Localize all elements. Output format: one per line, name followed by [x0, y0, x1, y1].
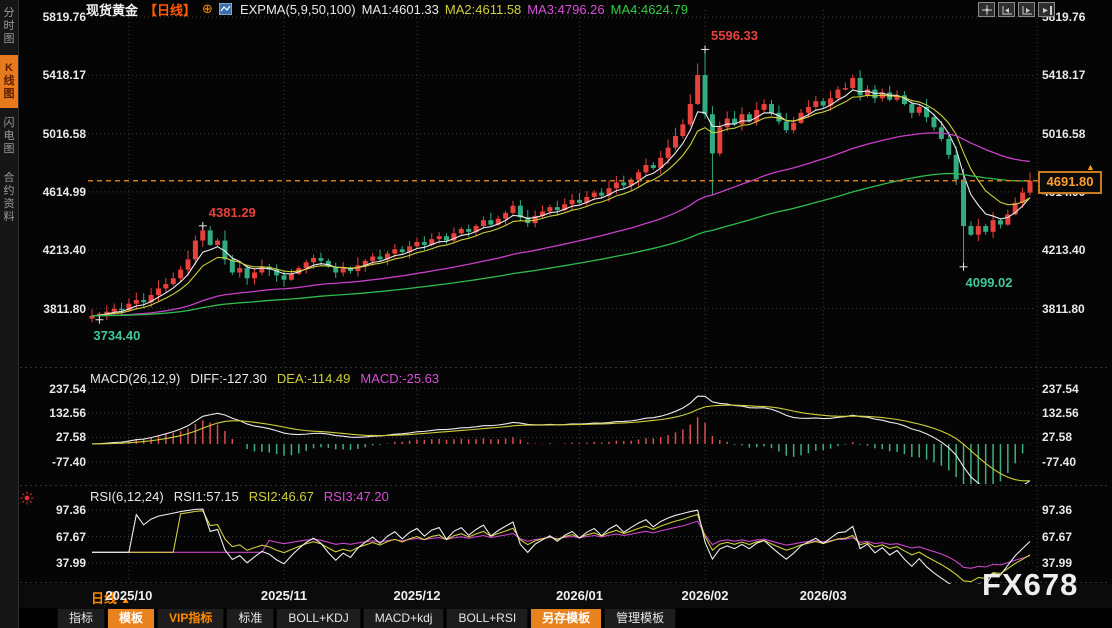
indicator-chip-icon — [219, 3, 232, 15]
y-axis-label: 27.58 — [24, 429, 86, 445]
rsi-title: RSI(6,12,24) — [90, 489, 164, 504]
x-axis-label: 2025/12 — [381, 588, 453, 603]
price-annotation: 3734.40 — [93, 328, 140, 343]
y-axis-label: 132.56 — [1042, 405, 1104, 421]
y-axis-label: 5418.17 — [24, 67, 86, 83]
price-annotation: 4099.02 — [966, 275, 1013, 290]
time-axis: 日线 ▲ 2025/102025/112025/122026/012026/02… — [19, 584, 1112, 608]
rsi3-value: RSI3:47.20 — [324, 489, 389, 504]
price-annotation: 5596.33 — [711, 28, 758, 43]
x-axis-label: 2026/01 — [543, 588, 615, 603]
y-axis-label: 67.67 — [24, 529, 86, 545]
chart-type-sidebar: 分 时 图 K 线 图闪 电 图合 约 资 料 — [0, 0, 19, 628]
period-tag: 【日线】 — [144, 0, 196, 19]
macd-value: MACD:-25.63 — [360, 371, 439, 386]
x-axis-label: 2025/11 — [248, 588, 320, 603]
macd-diff-value: DIFF:-127.30 — [190, 371, 267, 386]
y-axis-label: 4614.99 — [24, 184, 86, 200]
sidebar-tab-flash-chart[interactable]: 闪 电 图 — [0, 110, 18, 163]
y-axis-label: 132.56 — [24, 405, 86, 421]
y-axis-label: 5016.58 — [1042, 126, 1104, 142]
y-axis-label: 5819.76 — [24, 9, 86, 25]
macd-kdj-button[interactable]: MACD+kdj — [363, 608, 445, 628]
indicator-label: EXPMA(5,9,50,100) — [240, 2, 356, 17]
y-axis-label: 237.54 — [24, 381, 86, 397]
y-axis-label: 4213.40 — [1042, 242, 1104, 258]
y-axis-label: 4213.40 — [24, 242, 86, 258]
macd-title: MACD(26,12,9) — [90, 371, 180, 386]
y-axis-label: 97.36 — [1042, 502, 1104, 518]
rsi-header: RSI(6,12,24) RSI1:57.15 RSI2:46.67 RSI3:… — [90, 489, 389, 504]
fx678-watermark: FX678 — [982, 567, 1078, 603]
chart-tools — [978, 2, 1055, 17]
price-direction-arrow-icon: ▲ — [1086, 162, 1095, 172]
y-axis-label: 27.58 — [1042, 429, 1104, 445]
vip-indicator-button[interactable]: VIP指标 — [157, 608, 224, 628]
y-axis-label: 5418.17 — [1042, 67, 1104, 83]
ma3-value: MA3:4796.26 — [527, 2, 604, 17]
sidebar-tab-contract-info[interactable]: 合 约 资 料 — [0, 165, 18, 231]
macd-dea-value: DEA:-114.49 — [277, 371, 350, 386]
x-axis-label: 2026/02 — [669, 588, 741, 603]
sidebar-tab-kline-chart[interactable]: K 线 图 — [0, 55, 18, 108]
ma2-value: MA2:4611.58 — [445, 2, 521, 17]
standard-button[interactable]: 标准 — [226, 608, 274, 628]
y-axis-label: 3811.80 — [1042, 301, 1104, 317]
y-axis-label: -77.40 — [1042, 454, 1104, 470]
price-annotation: 4381.29 — [209, 205, 256, 220]
last-price-badge: 4691.80 — [1038, 171, 1102, 194]
crosshair-icon[interactable] — [978, 2, 995, 17]
symbol-name: 现货黄金 — [86, 0, 138, 19]
compress-bars-icon[interactable] — [998, 2, 1015, 17]
x-axis-label: 2026/03 — [787, 588, 859, 603]
last-price-value: 4691.80 — [1047, 174, 1094, 189]
y-axis-label: 5016.58 — [24, 126, 86, 142]
chart-header: 现货黄金【日线】 ⊕ EXPMA(5,9,50,100) MA1:4601.33… — [86, 1, 688, 17]
macd-header: MACD(26,12,9) DIFF:-127.30 DEA:-114.49 M… — [90, 371, 439, 386]
y-axis-label: 67.67 — [1042, 529, 1104, 545]
y-axis-label: 237.54 — [1042, 381, 1104, 397]
manage-template-button[interactable]: 管理模板 — [604, 608, 676, 628]
ma4-value: MA4:4624.79 — [611, 2, 688, 17]
rsi1-value: RSI1:57.15 — [174, 489, 239, 504]
indicator-button[interactable]: 指标 — [57, 608, 105, 628]
chart-application: 分 时 图 K 线 图闪 电 图合 约 资 料 现货黄金【日线】 ⊕ EXPMA(… — [0, 0, 1112, 628]
jump-latest-icon[interactable] — [1038, 2, 1055, 17]
boll-rsi-button[interactable]: BOLL+RSI — [446, 608, 528, 628]
expand-bars-icon[interactable] — [1018, 2, 1035, 17]
template-button[interactable]: 模板 — [107, 608, 155, 628]
y-axis-label: 3811.80 — [24, 301, 86, 317]
save-template-button[interactable]: 另存模板 — [530, 608, 602, 628]
y-axis-label: 37.99 — [24, 555, 86, 571]
boll-kdj-button[interactable]: BOLL+KDJ — [276, 608, 360, 628]
y-axis-label: -77.40 — [24, 454, 86, 470]
template-toolbar: 指标模板VIP指标标准BOLL+KDJMACD+kdjBOLL+RSI另存模板管… — [19, 608, 1112, 628]
hot-indicator-icon — [20, 491, 34, 510]
expand-icon[interactable]: ⊕ — [202, 1, 213, 17]
sidebar-tab-time-chart[interactable]: 分 时 图 — [0, 0, 18, 53]
ma1-value: MA1:4601.33 — [362, 2, 439, 17]
x-axis-label: 2025/10 — [93, 588, 165, 603]
rsi2-value: RSI2:46.67 — [249, 489, 314, 504]
